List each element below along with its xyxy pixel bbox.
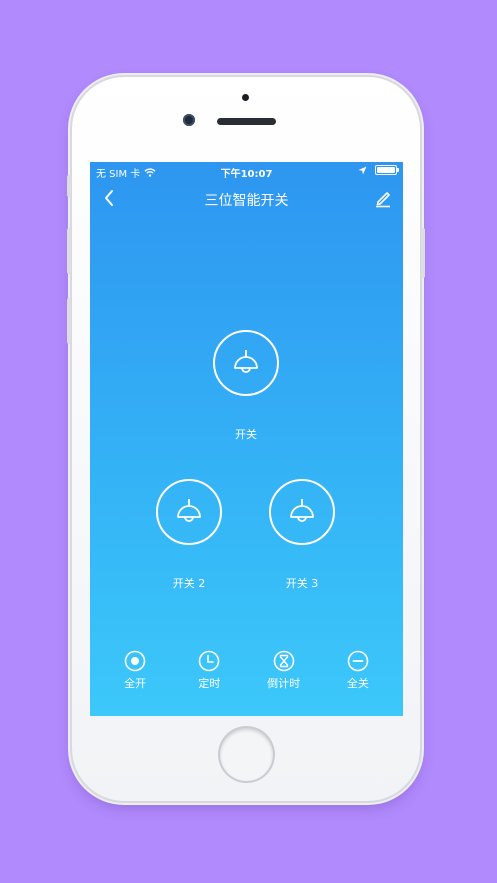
- lamp-icon: [290, 499, 314, 522]
- switch-3-button[interactable]: [269, 479, 335, 545]
- power-off-icon: [347, 650, 369, 672]
- hourglass-icon: [273, 650, 294, 672]
- bottom-toolbar: 全开 定时 倒计时 全关: [90, 650, 403, 700]
- status-time: 下午10:07: [220, 169, 273, 180]
- switch-1-button[interactable]: [213, 330, 279, 396]
- status-bar: 无 SIM 卡 下午10:07: [90, 162, 403, 180]
- all-off-button[interactable]: 全关: [328, 650, 388, 700]
- switch-2-label: 开关 2: [172, 577, 206, 590]
- timer-label: 定时: [198, 677, 221, 690]
- status-right: [358, 165, 399, 175]
- front-camera: [183, 114, 195, 126]
- page-title: 三位智能开关: [204, 193, 289, 209]
- power-on-icon: [124, 650, 146, 672]
- earpiece-speaker: [217, 118, 276, 125]
- switch-2-button[interactable]: [156, 479, 222, 545]
- switch-3-label: 开关 3: [285, 577, 319, 590]
- edit-pencil-icon[interactable]: [373, 188, 393, 208]
- battery-icon: [375, 165, 399, 175]
- countdown-label: 倒计时: [267, 677, 301, 690]
- home-button[interactable]: [220, 728, 273, 781]
- lamp-icon: [234, 350, 258, 373]
- proximity-sensor: [242, 94, 249, 101]
- countdown-button[interactable]: 倒计时: [254, 650, 314, 700]
- switch-3[interactable]: 开关 3: [247, 479, 357, 591]
- power-button: [421, 228, 425, 278]
- volume-up-button: [67, 228, 71, 274]
- timer-button[interactable]: 定时: [179, 650, 239, 700]
- switch-1-label: 开关: [235, 428, 257, 441]
- switch-2[interactable]: 开关 2: [134, 479, 244, 591]
- volume-down-button: [67, 298, 71, 344]
- switch-1[interactable]: 开关: [191, 330, 301, 442]
- all-on-button[interactable]: 全开: [105, 650, 165, 700]
- app-screen: 无 SIM 卡 下午10:07 三位智能开关 开关 开关 2 开关 3 全开 定…: [90, 162, 403, 716]
- location-arrow-icon: [358, 166, 367, 174]
- mute-switch: [67, 175, 71, 197]
- clock-icon: [199, 650, 220, 672]
- nav-bar: 三位智能开关: [90, 180, 403, 216]
- lamp-icon: [177, 499, 201, 522]
- all-off-label: 全关: [346, 677, 369, 690]
- all-on-label: 全开: [124, 677, 147, 690]
